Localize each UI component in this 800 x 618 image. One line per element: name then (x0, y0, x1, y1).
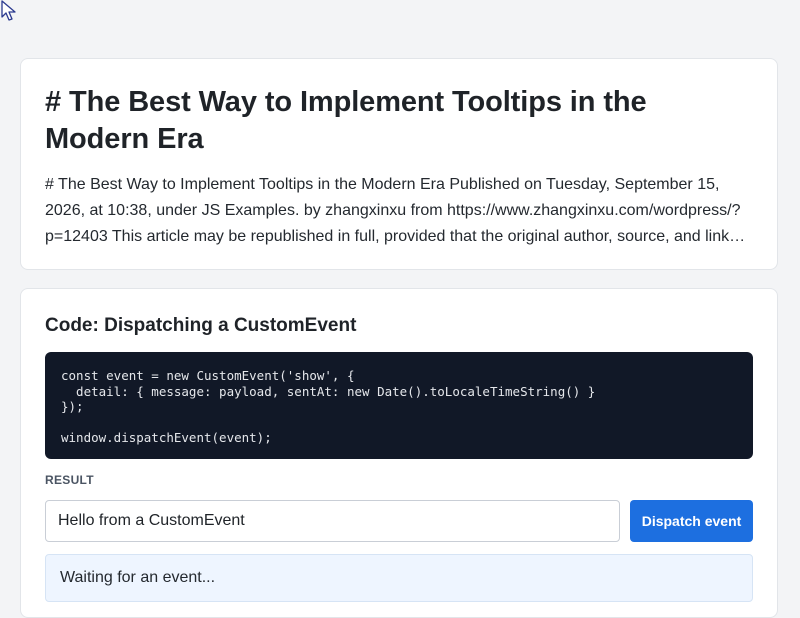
code-block: const event = new CustomEvent('show', { … (45, 352, 753, 459)
code-snippet: const event = new CustomEvent('show', { … (61, 368, 596, 445)
article-title: # The Best Way to Implement Tooltips in … (45, 86, 647, 155)
article-card: # The Best Way to Implement Tooltips in … (20, 58, 778, 270)
mouse-pointer-icon (0, 0, 22, 22)
demo-title: Code: Dispatching a CustomEvent (45, 315, 357, 336)
event-controls: Dispatch event (45, 500, 753, 542)
article-excerpt: # The Best Way to Implement Tooltips in … (45, 176, 741, 245)
dispatch-event-button[interactable]: Dispatch event (630, 500, 753, 542)
demo-card: Code: Dispatching a CustomEvent const ev… (20, 288, 778, 618)
result-label: RESULT (45, 473, 94, 487)
event-output: Waiting for an event... (45, 554, 753, 602)
message-input[interactable] (45, 500, 620, 542)
